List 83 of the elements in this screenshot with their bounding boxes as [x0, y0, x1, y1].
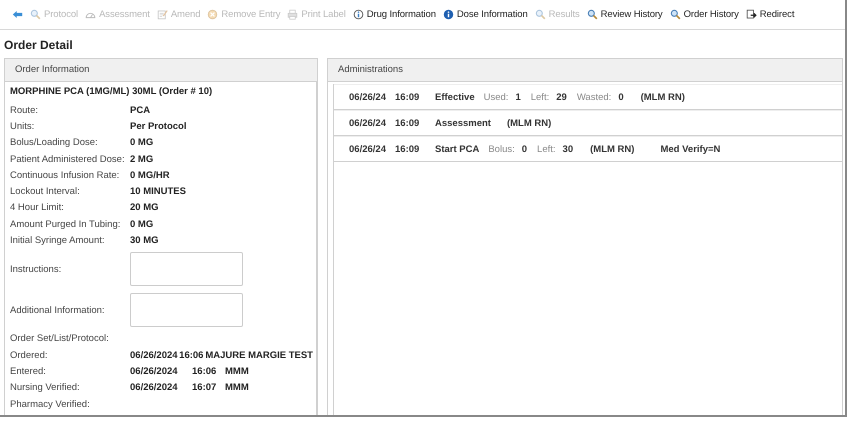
detail-label: Left:: [530, 92, 550, 102]
toolbar-button[interactable]: Drug Information: [352, 9, 436, 20]
detail-value: 30: [562, 144, 574, 154]
info-icon: [442, 9, 454, 20]
date-value: 06/26/24: [349, 92, 387, 102]
time-value: 16:09: [395, 92, 420, 102]
field-label: Bolus/Loading Dose:: [10, 137, 99, 148]
note-icon: [156, 9, 168, 20]
search-icon: [586, 9, 598, 20]
detail-value: 0: [618, 92, 624, 102]
date-value: 06/26/2024: [130, 382, 179, 394]
field-label: Nursing Verified:: [10, 382, 81, 394]
panel-header: Administrations: [328, 59, 842, 82]
field-value: 0 MG: [130, 137, 154, 148]
toolbar-button[interactable]: Redirect: [746, 9, 794, 20]
toolbar-button[interactable]: Order History: [670, 9, 739, 20]
detail-value: 29: [556, 92, 567, 102]
field-label: Entered:: [10, 366, 47, 377]
entry-type: Start PCA: [435, 144, 480, 154]
back-button[interactable]: [12, 9, 23, 20]
field-label: Order Set/List/Protocol:: [10, 333, 110, 344]
field-label: Route:: [10, 104, 39, 116]
entry-type: Assessment: [435, 118, 491, 128]
field-value: 2 MG: [130, 154, 154, 165]
field-label: Amount Purged In Tubing:: [10, 218, 122, 230]
field-value: PCA: [130, 104, 150, 116]
field-label: Units:: [10, 120, 36, 132]
field-value: 20 MG: [130, 202, 159, 214]
administration-row[interactable]: 06/26/24 16:09 Start PCA Bolus: 0 Left: 30 (MLM RN) Med Verify=N: [334, 136, 842, 162]
field-label: Additional Information:: [10, 304, 106, 316]
detail-value: 1: [515, 92, 521, 102]
field-value: Per Protocol: [130, 120, 186, 132]
detail-label: Used:: [484, 92, 508, 102]
text-box[interactable]: [130, 293, 243, 328]
detail-value: 0: [522, 144, 528, 154]
detail-label: Bolus:: [488, 144, 515, 154]
field-value: 30 MG: [130, 235, 159, 246]
drug-name: MORPHINE PCA (1MG/ML) 30ML (Order # 10): [10, 86, 214, 99]
field-label: Lockout Interval:: [10, 186, 81, 198]
field-value: 0 MG: [130, 218, 154, 230]
detail-label: Wasted:: [576, 92, 612, 102]
time-value: 16:06: [192, 366, 218, 377]
date-value: 06/26/24: [349, 118, 387, 128]
time-value: 16:06: [179, 350, 204, 361]
date-value: 06/26/2024: [130, 366, 179, 377]
search-icon: [30, 9, 41, 20]
toolbar-button[interactable]: Review History: [586, 9, 663, 20]
user-value: MMM: [225, 366, 249, 377]
field-value: 10 MINUTES: [130, 186, 186, 198]
entry-type: Effective: [435, 92, 475, 102]
user-value: (MLM RN): [590, 144, 634, 154]
time-value: 16:09: [395, 144, 420, 154]
field-label: Continuous Infusion Rate:: [10, 170, 120, 181]
printer-icon: [287, 9, 298, 20]
field-label: Pharmacy Verified:: [10, 398, 91, 410]
search-icon: [534, 9, 546, 20]
user-value: MAJURE MARGIE TEST: [205, 350, 313, 361]
time-value: 16:09: [395, 118, 420, 128]
time-value: 16:07: [192, 382, 218, 394]
field-label: 4 Hour Limit:: [10, 202, 65, 214]
administration-row[interactable]: 06/26/24 16:09 Effective Used: 1 Left: 29 Wasted: 0 (MLM RN): [334, 84, 842, 110]
remove-icon: [207, 9, 218, 20]
date-value: 06/26/2024: [130, 350, 179, 361]
panel-header: Order Information: [5, 59, 317, 82]
text-box[interactable]: [130, 252, 243, 286]
note-text: Med Verify=N: [660, 144, 720, 154]
search-icon: [670, 9, 681, 20]
page-title: Order Detail: [3, 37, 74, 54]
user-value: (MLM RN): [506, 118, 552, 128]
field-label: Instructions:: [10, 264, 62, 275]
field-value: 0 MG/HR: [130, 170, 170, 181]
detail-label: Left:: [537, 144, 556, 154]
redirect-icon: [746, 9, 757, 20]
user-value: (MLM RN): [640, 92, 685, 102]
back-arrow-icon: [12, 9, 23, 20]
user-value: MMM: [225, 382, 249, 394]
administration-row[interactable]: 06/26/24 16:09 Assessment (MLM RN): [334, 110, 842, 136]
field-label: Initial Syringe Amount:: [10, 235, 106, 246]
field-label: Patient Administered Dose:: [10, 154, 126, 165]
toolbar-button[interactable]: Dose Information: [442, 9, 528, 20]
date-value: 06/26/24: [349, 144, 387, 154]
field-label: Ordered:: [10, 350, 48, 361]
info-icon: [352, 9, 364, 20]
